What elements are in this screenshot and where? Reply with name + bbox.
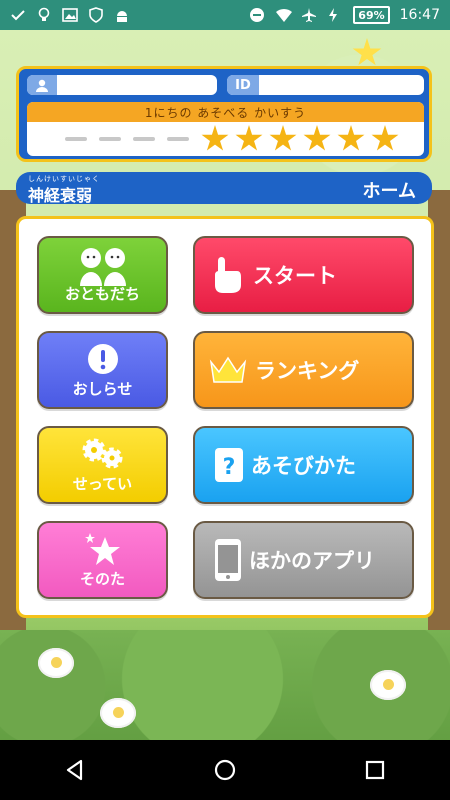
dnd-icon — [249, 7, 265, 23]
home-icon — [214, 759, 236, 781]
recent-apps-button[interactable] — [355, 750, 395, 790]
title-bar: しんけいすいじゃく 神経衰弱 ホーム — [16, 172, 432, 205]
airplane-icon — [301, 7, 317, 23]
start-button[interactable]: スタート — [193, 236, 414, 314]
news-button[interactable]: おしらせ — [37, 331, 168, 409]
page-title: ホーム — [362, 181, 416, 202]
used-play-dash — [65, 137, 87, 141]
other-label: そのた — [79, 570, 125, 588]
news-label: おしらせ — [72, 380, 133, 398]
ranking-button[interactable]: ランキング — [193, 331, 414, 409]
remaining-play-star-icon — [235, 125, 263, 151]
daily-plays-meter — [27, 122, 424, 156]
image-icon — [62, 7, 78, 23]
battery-level: 69% — [353, 6, 390, 24]
remaining-play-star-icon — [303, 125, 331, 151]
friends-button[interactable]: おともだち — [37, 236, 168, 314]
back-icon — [66, 759, 83, 781]
remaining-play-star-icon — [371, 125, 399, 151]
check-icon — [10, 7, 26, 23]
id-label: ID — [227, 75, 259, 95]
flower-decoration — [370, 670, 406, 700]
start-label: スタート — [253, 264, 337, 288]
used-play-dash — [133, 137, 155, 141]
home-button[interactable] — [205, 750, 245, 790]
back-button[interactable] — [55, 750, 95, 790]
remaining-play-star-icon — [201, 125, 229, 151]
settings-button[interactable]: せってい — [37, 426, 168, 504]
clock: 16:47 — [399, 7, 440, 23]
exclamation-icon — [39, 341, 166, 377]
used-play-dash — [99, 137, 121, 141]
other-apps-button[interactable]: ほかのアプリ — [193, 521, 414, 599]
remaining-play-star-icon — [337, 125, 365, 151]
flower-decoration — [100, 698, 136, 728]
wifi-icon — [275, 7, 293, 23]
how-to-play-button[interactable]: ? あそびかた — [193, 426, 414, 504]
other-button[interactable]: そのた — [37, 521, 168, 599]
lightbulb-icon — [36, 7, 52, 23]
shield-icon — [88, 7, 104, 23]
ranking-label: ランキング — [255, 359, 360, 383]
used-play-dash — [167, 137, 189, 141]
other-apps-label: ほかのアプリ — [249, 549, 375, 573]
question-icon: ? — [215, 448, 243, 482]
svg-text:?: ? — [223, 455, 236, 480]
status-bar: 69% 16:47 — [0, 0, 450, 30]
player-info-panel: ID 1にちの あそべる かいすう — [16, 66, 432, 162]
flower-decoration — [38, 648, 74, 678]
settings-label: せってい — [72, 475, 133, 493]
gears-icon — [39, 436, 166, 472]
player-id-field: ID — [227, 75, 424, 95]
user-icon — [27, 75, 57, 95]
daily-plays-label: 1にちの あそべる かいすう — [27, 102, 424, 122]
android-icon — [114, 7, 130, 23]
player-name-field — [27, 75, 217, 95]
navigation-bar — [0, 740, 450, 800]
star-icon — [39, 531, 166, 567]
battery-charging-icon — [327, 7, 343, 23]
crown-icon — [209, 354, 247, 386]
smartphone-icon — [215, 539, 241, 581]
friends-label: おともだち — [64, 285, 140, 303]
main-menu: おともだち スタート おしらせ ランキング せってい ? あそびかた そのた ほ… — [16, 216, 434, 618]
recent-apps-icon — [365, 760, 385, 780]
friends-icon — [39, 246, 166, 286]
pointing-hand-icon — [209, 255, 245, 295]
remaining-play-star-icon — [269, 125, 297, 151]
how-to-play-label: あそびかた — [251, 454, 356, 478]
app-title: 神経衰弱 — [28, 186, 93, 205]
daily-plays-box: 1にちの あそべる かいすう — [27, 102, 424, 156]
